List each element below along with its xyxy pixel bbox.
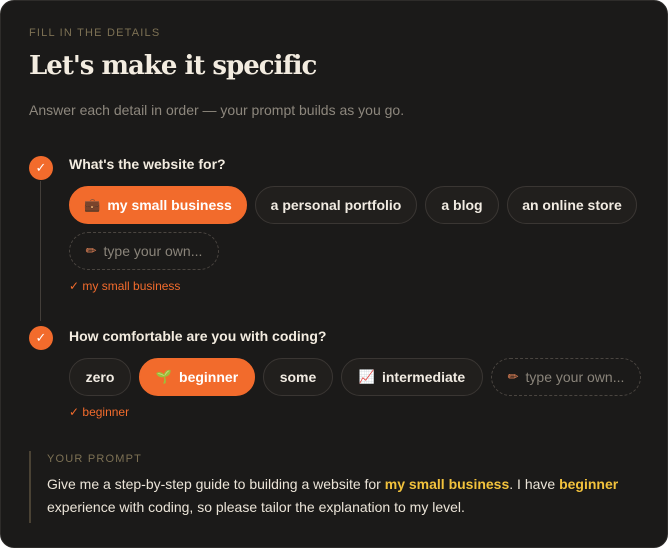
briefcase-icon: 💼: [84, 197, 101, 212]
sprout-icon: 🌱: [155, 369, 173, 384]
option-a-blog[interactable]: a blog: [425, 186, 499, 224]
option-label: a blog: [441, 197, 483, 213]
option-some[interactable]: some: [263, 358, 333, 396]
prompt-highlight-level: beginner: [559, 476, 619, 492]
option-label: a personal portfolio: [270, 197, 402, 213]
option-label: some: [279, 369, 317, 385]
custom-answer-input-1[interactable]: ✏ type your own...: [69, 232, 219, 270]
option-intermediate[interactable]: 📈 intermediate: [341, 358, 483, 396]
wizard-card: FILL IN THE DETAILS Let's make it specif…: [0, 0, 668, 548]
step-2-question: How comfortable are you with coding?: [69, 328, 327, 344]
pencil-icon: ✏: [507, 369, 519, 384]
chart-icon: 📈: [358, 369, 375, 384]
prompt-part-2: . I have: [509, 476, 560, 492]
custom-placeholder: type your own...: [525, 369, 625, 385]
prompt-preview: YOUR PROMPT Give me a step-by-step guide…: [29, 451, 649, 523]
step-connector-line: [40, 181, 41, 321]
section-eyebrow: FILL IN THE DETAILS: [29, 27, 161, 39]
custom-placeholder: type your own...: [103, 243, 203, 259]
pencil-icon: ✏: [85, 243, 97, 258]
option-label: zero: [85, 369, 115, 385]
step-1-selected-note: ✓ my small business: [69, 279, 181, 293]
custom-answer-input-2[interactable]: ✏ type your own...: [491, 358, 641, 396]
prompt-part-1: Give me a step-by-step guide to building…: [47, 476, 385, 492]
option-zero[interactable]: zero: [69, 358, 131, 396]
prompt-label: YOUR PROMPT: [47, 453, 143, 465]
option-label: an online store: [522, 197, 622, 213]
step-2-selected-note: ✓ beginner: [69, 405, 130, 419]
option-a-personal-portfolio[interactable]: a personal portfolio: [255, 186, 417, 224]
option-beginner[interactable]: 🌱 beginner: [139, 358, 255, 396]
step-2-check-icon: ✓: [29, 326, 53, 350]
step-1-question: What's the website for?: [69, 156, 226, 172]
prompt-part-3: experience with coding, so please tailor…: [47, 499, 465, 515]
option-label: intermediate: [381, 369, 466, 385]
prompt-highlight-purpose: my small business: [384, 476, 510, 492]
option-my-small-business[interactable]: 💼 my small business: [69, 186, 247, 224]
option-label: my small business: [107, 197, 232, 213]
prompt-text: Give me a step-by-step guide to building…: [47, 473, 649, 519]
page-subtitle: Answer each detail in order — your promp…: [29, 102, 405, 118]
step-1-check-icon: ✓: [29, 156, 53, 180]
option-label: beginner: [179, 369, 239, 385]
page-title: Let's make it specific: [29, 51, 317, 81]
option-an-online-store[interactable]: an online store: [507, 186, 637, 224]
